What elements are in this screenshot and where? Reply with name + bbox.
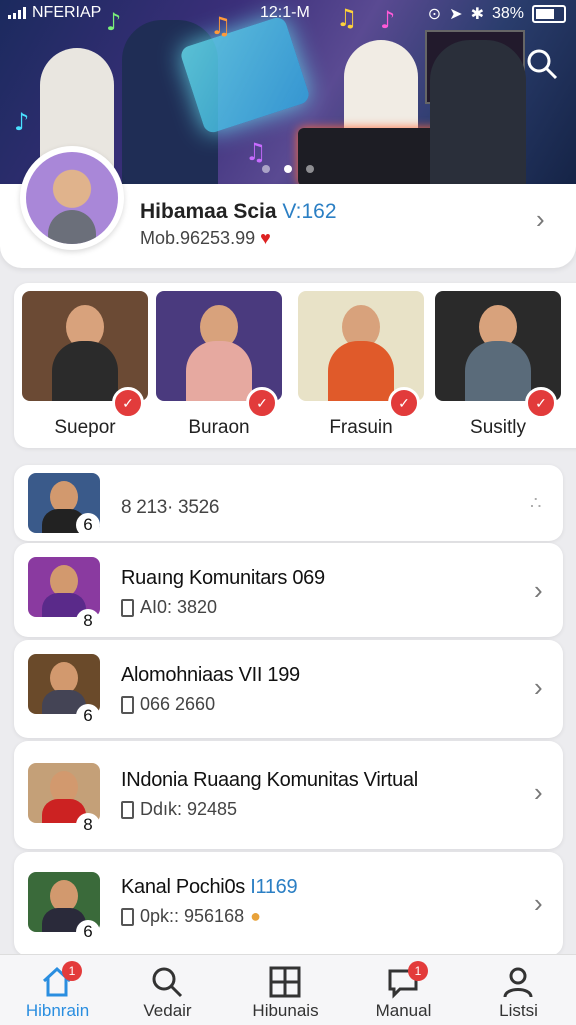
tab-label: Hibnrain bbox=[25, 1001, 90, 1020]
status-bar: NFERIAP 12:1-M ⊙ ➤ ✱ 38% bbox=[0, 0, 576, 26]
profile-name: Hibamaa Scia V:162 bbox=[140, 200, 337, 224]
tab-profile[interactable]: Listsi bbox=[461, 955, 576, 1025]
more-dots-icon[interactable]: ∴ bbox=[530, 493, 541, 514]
featured-card[interactable]: ✓ Susitly bbox=[435, 291, 561, 441]
music-note-icon: ♪ bbox=[14, 108, 30, 136]
check-badge-icon: ✓ bbox=[246, 387, 278, 419]
signal-icon bbox=[8, 7, 26, 19]
room-meta: AI0: 3820 bbox=[121, 597, 217, 618]
check-badge-icon: ✓ bbox=[112, 387, 144, 419]
member-count: 6 bbox=[76, 920, 100, 944]
featured-card-image bbox=[22, 291, 148, 401]
notification-badge: 1 bbox=[62, 961, 82, 981]
room-meta-text: 0pk:: 956168 bbox=[140, 906, 245, 926]
featured-card-label: Susitly bbox=[470, 417, 526, 438]
list-item[interactable]: 8 Ruaıng Komunitars 069 AI0: 3820 › bbox=[14, 543, 563, 637]
room-thumbnail bbox=[28, 557, 100, 617]
phone-icon bbox=[121, 598, 134, 617]
featured-card-image bbox=[435, 291, 561, 401]
room-meta: 0pk:: 956168 ● bbox=[121, 906, 261, 927]
member-count: 6 bbox=[76, 704, 100, 728]
featured-card-label: Suepor bbox=[54, 417, 116, 438]
chevron-right-icon[interactable]: › bbox=[534, 779, 548, 805]
chevron-right-icon[interactable]: › bbox=[534, 890, 548, 916]
featured-card-label: Buraon bbox=[188, 417, 250, 438]
chevron-right-icon[interactable]: › bbox=[534, 577, 548, 603]
battery-label: 38% bbox=[491, 5, 524, 22]
carousel-dots[interactable] bbox=[262, 165, 314, 173]
hero-person-singer bbox=[344, 40, 418, 140]
check-badge-icon: ✓ bbox=[388, 387, 420, 419]
flame-icon: ● bbox=[250, 906, 261, 926]
room-meta: Ddık: 92485 bbox=[121, 799, 237, 820]
featured-card[interactable]: ✓ Frasuin bbox=[298, 291, 424, 441]
profile-name-text: Hibamaa Scia bbox=[140, 200, 277, 223]
search-icon bbox=[152, 967, 183, 998]
search-icon[interactable] bbox=[524, 46, 560, 82]
phone-icon bbox=[121, 695, 134, 714]
member-count: 6 bbox=[76, 513, 100, 537]
notification-badge: 1 bbox=[408, 961, 428, 981]
hero-person-dj bbox=[430, 40, 526, 200]
heart-icon: ♥ bbox=[260, 228, 271, 248]
location-icon: ➤ bbox=[449, 6, 463, 23]
member-count: 8 bbox=[76, 813, 100, 837]
featured-card[interactable]: ✓ Suepor bbox=[22, 291, 148, 441]
tab-label: Hibunais bbox=[252, 1001, 319, 1020]
chevron-right-icon[interactable]: › bbox=[536, 206, 550, 232]
carrier-label: NFERIAP bbox=[32, 4, 102, 21]
featured-card[interactable]: ✓ Buraon bbox=[156, 291, 282, 441]
phone-icon bbox=[121, 907, 134, 926]
chevron-right-icon[interactable]: › bbox=[534, 674, 548, 700]
featured-card-image bbox=[298, 291, 424, 401]
tab-chat[interactable]: 1 Manual bbox=[346, 955, 461, 1025]
hero-mixer bbox=[298, 128, 448, 186]
battery-icon bbox=[532, 5, 566, 23]
clock: 12:1-M bbox=[260, 4, 310, 21]
room-title: Ruaıng Komunitars 069 bbox=[121, 567, 325, 589]
profile-tag: V:162 bbox=[282, 200, 337, 223]
avatar[interactable] bbox=[20, 146, 124, 250]
tab-label: Listsi bbox=[499, 1001, 538, 1020]
room-title: INdonia Ruaang Komunitas Virtual bbox=[121, 769, 418, 791]
profile-subtitle-text: Mob.96253.99 bbox=[140, 228, 256, 248]
check-badge-icon: ✓ bbox=[525, 387, 557, 419]
room-title: Alomohniaas VII 199 bbox=[121, 664, 300, 686]
tab-label: Manual bbox=[375, 1001, 432, 1020]
bottom-tab-bar: 1 Hibnrain Vedair Hibunais 1 Manual List… bbox=[0, 954, 576, 1025]
featured-carousel[interactable]: ✓ Suepor ✓ Buraon ✓ Frasuin ✓ Susitly bbox=[14, 283, 576, 448]
tab-grid[interactable]: Hibunais bbox=[228, 955, 343, 1025]
room-title-text: Kanal Pochi0s bbox=[121, 876, 251, 898]
tab-label: Vedair bbox=[143, 1001, 192, 1020]
list-item[interactable]: 6 8 213· 3526 ∴ bbox=[14, 465, 563, 541]
featured-card-image bbox=[156, 291, 282, 401]
grid-icon bbox=[269, 966, 301, 998]
room-title: Kanal Pochi0s I1169 bbox=[121, 876, 298, 899]
list-item[interactable]: 6 Alomohniaas VII 199 066 2660 › bbox=[14, 640, 563, 738]
carousel-dot-active[interactable] bbox=[284, 165, 292, 173]
list-item[interactable]: 8 INdonia Ruaang Komunitas Virtual Ddık:… bbox=[14, 741, 563, 849]
phone-icon bbox=[121, 800, 134, 819]
room-meta-text: AI0: 3820 bbox=[140, 597, 218, 617]
tab-home[interactable]: 1 Hibnrain bbox=[0, 955, 115, 1025]
person-icon bbox=[503, 967, 533, 998]
member-count: 8 bbox=[76, 609, 100, 633]
room-meta: 066 2660 bbox=[121, 694, 215, 715]
room-meta-text: 066 2660 bbox=[140, 694, 216, 714]
profile-card[interactable]: Hibamaa Scia V:162 Mob.96253.99 ♥ › bbox=[0, 146, 576, 268]
list-item[interactable]: 6 Kanal Pochi0s I1169 0pk:: 956168 ● › bbox=[14, 852, 563, 956]
room-title-tag: I1169 bbox=[250, 876, 298, 898]
featured-card-label: Frasuin bbox=[329, 417, 393, 438]
carousel-dot[interactable] bbox=[262, 165, 270, 173]
bluetooth-icon: ✱ bbox=[470, 6, 484, 23]
carousel-dot[interactable] bbox=[306, 165, 314, 173]
tab-search[interactable]: Vedair bbox=[110, 955, 225, 1025]
profile-subtitle: Mob.96253.99 ♥ bbox=[140, 228, 271, 249]
alarm-icon: ⊙ bbox=[427, 6, 442, 23]
room-meta-text: Ddık: 92485 bbox=[140, 799, 238, 819]
music-note-icon: ♫ bbox=[245, 138, 267, 166]
avatar-image bbox=[26, 152, 118, 244]
room-title: 8 213· 3526 bbox=[121, 497, 220, 518]
